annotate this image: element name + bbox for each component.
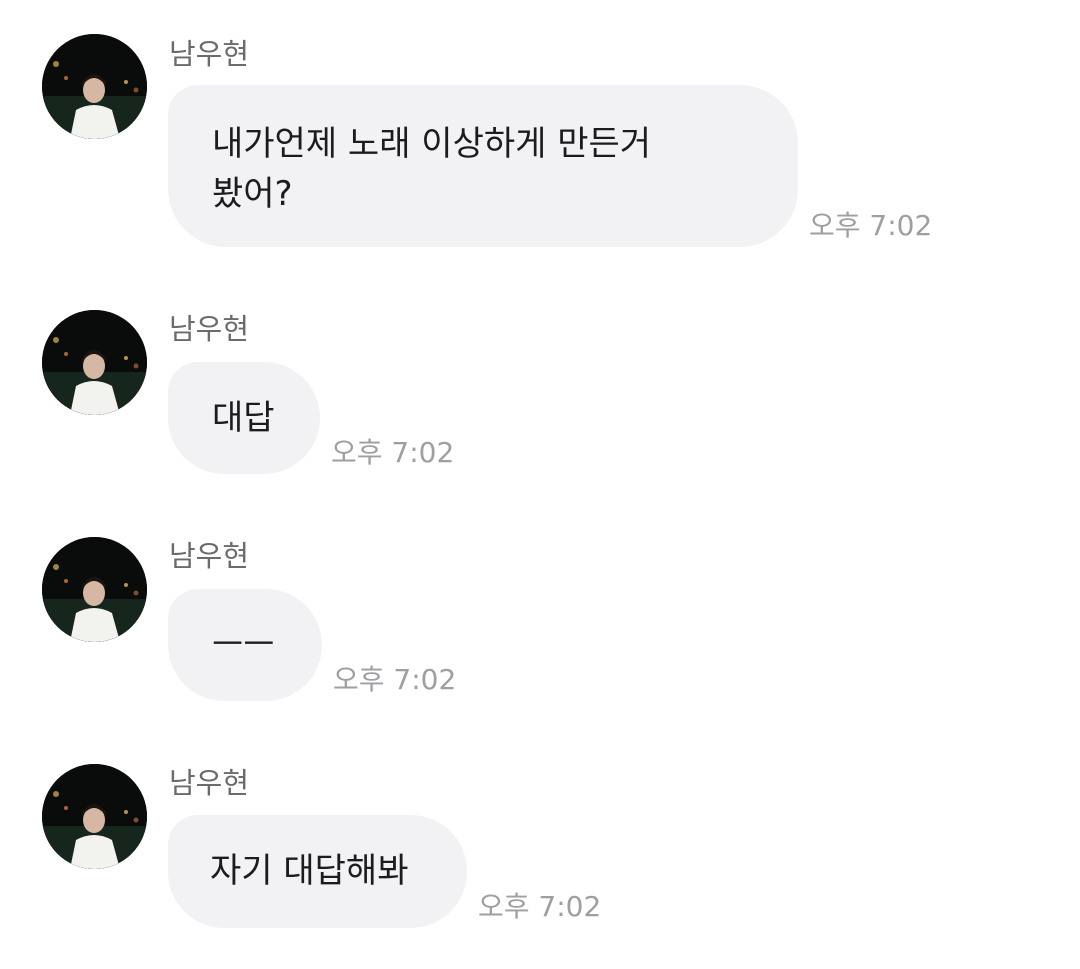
message-timestamp: 오후 7:02 [478, 890, 602, 923]
avatar-photo-icon [42, 764, 147, 869]
message-bubble[interactable]: 내가언제 노래 이상하게 만든거 봤어? [168, 85, 798, 247]
message-text-line: ㅡㅡ [212, 625, 275, 665]
message-timestamp: 오후 7:02 [331, 436, 455, 469]
avatar-photo-icon [42, 537, 147, 642]
sender-name: 남우현 [169, 37, 250, 71]
message-text-line: 내가언제 노래 이상하게 만든거 [212, 124, 652, 164]
sender-name: 남우현 [169, 766, 250, 800]
sender-avatar[interactable] [42, 764, 147, 869]
sender-avatar[interactable] [42, 34, 147, 139]
message-bubble[interactable]: 자기 대답해봐 [168, 815, 467, 928]
avatar-photo-icon [42, 34, 147, 139]
sender-name: 남우현 [169, 312, 250, 346]
message-timestamp: 오후 7:02 [333, 663, 457, 696]
message-text-line: 자기 대답해봐 [210, 851, 409, 891]
message-text-line: 봤어? [212, 174, 293, 214]
message-bubble[interactable]: 대답 [168, 362, 320, 474]
sender-avatar[interactable] [42, 537, 147, 642]
message-timestamp: 오후 7:02 [809, 209, 933, 242]
avatar-photo-icon [42, 310, 147, 415]
message-text-line: 대답 [212, 398, 275, 438]
message-bubble[interactable]: ㅡㅡ [168, 589, 322, 701]
sender-avatar[interactable] [42, 310, 147, 415]
sender-name: 남우현 [169, 539, 250, 573]
